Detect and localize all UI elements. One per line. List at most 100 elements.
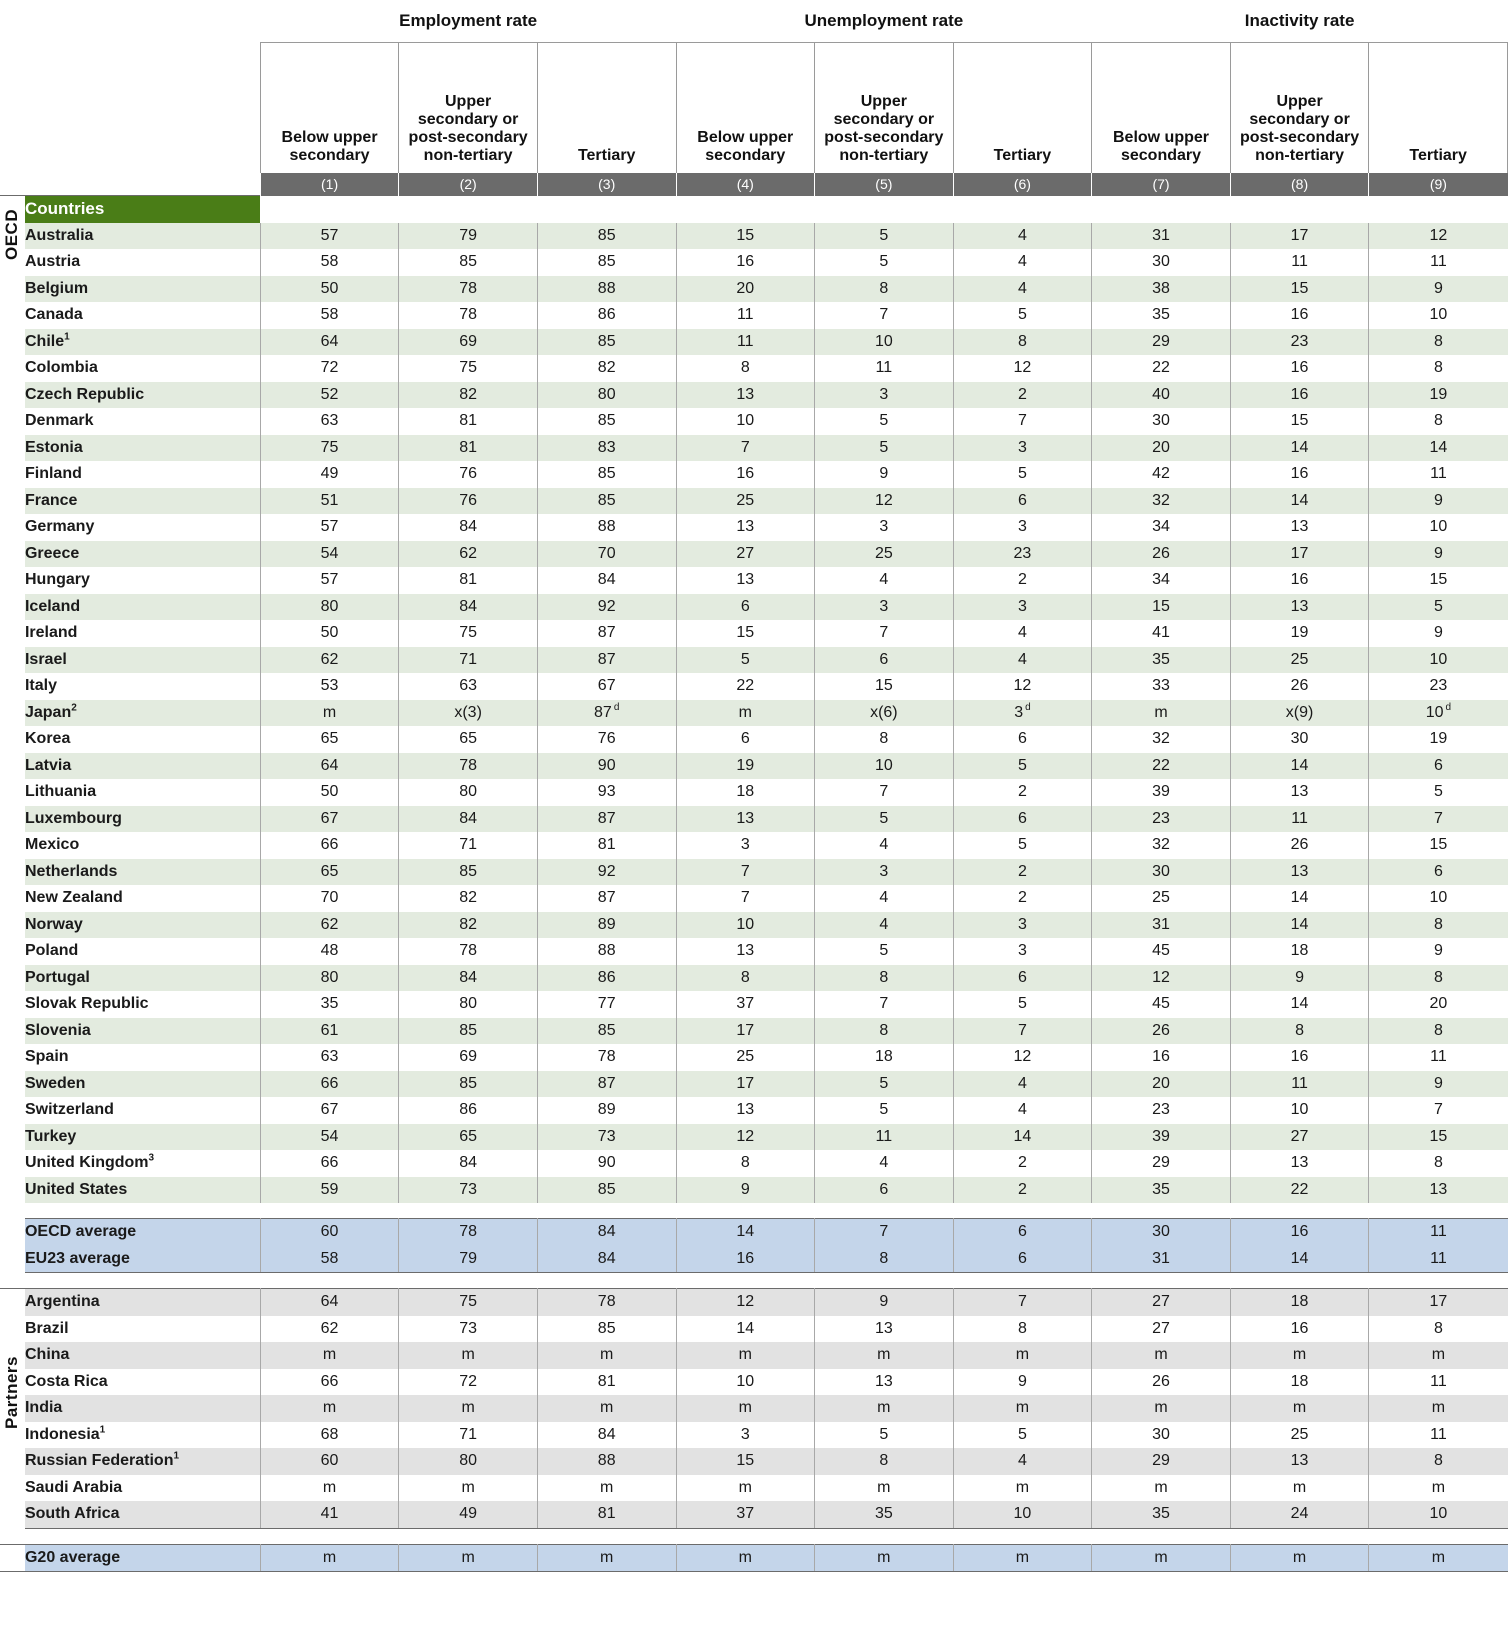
- table-row: United Kingdom3 66 84 90 8 4 2 29 13 8: [0, 1150, 1508, 1177]
- data-cell: m: [953, 1395, 1093, 1422]
- data-cell: 50: [260, 620, 400, 647]
- data-cell: 78: [398, 275, 538, 302]
- numrow-corner-blank: [0, 173, 261, 196]
- country-name-cell: France: [24, 487, 261, 514]
- data-cell: 8: [1368, 1017, 1508, 1044]
- data-cell: 8: [953, 1315, 1093, 1342]
- data-cell: 83: [537, 434, 677, 461]
- data-cell: 16: [1230, 1315, 1370, 1342]
- data-cell: 27: [1091, 1315, 1231, 1342]
- data-cell: 92: [537, 593, 677, 620]
- country-name-cell: Latvia: [24, 752, 261, 779]
- data-cell: 5: [814, 938, 954, 965]
- data-cell: 3: [953, 514, 1093, 541]
- data-cell: 88: [537, 1448, 677, 1475]
- data-cell: 64: [260, 1288, 400, 1316]
- data-cell: 11: [1368, 1368, 1508, 1395]
- data-cell: 78: [398, 752, 538, 779]
- column-number-6: (6): [952, 173, 1092, 196]
- data-cell: 63: [260, 1044, 400, 1071]
- data-cell: 31: [1091, 222, 1231, 249]
- table-row: Lithuania 50 80 93 18 7 2 39 13 5: [0, 779, 1508, 806]
- data-cell: 13: [676, 381, 816, 408]
- data-cell: 6: [953, 964, 1093, 991]
- data-cell: 16: [1230, 355, 1370, 382]
- data-cell: 16: [1230, 1044, 1370, 1071]
- data-cell: 8: [676, 355, 816, 382]
- data-cell: 72: [260, 355, 400, 382]
- g20-average-row: G20 average m m m m m m m m m: [0, 1543, 1508, 1572]
- data-cell: 14: [676, 1218, 816, 1246]
- column-group-row: Employment rate Unemployment rate Inacti…: [0, 0, 1508, 43]
- footnote-marker: 3: [148, 1152, 155, 1164]
- table-row: Ireland 50 75 87 15 7 4 41 19 9: [0, 620, 1508, 647]
- data-cell: 10: [1368, 1501, 1508, 1529]
- data-cell: 20: [1091, 1070, 1231, 1097]
- data-flag-marker: d: [613, 702, 620, 714]
- data-cell: 71: [398, 646, 538, 673]
- data-cell: 25: [1230, 1421, 1370, 1448]
- data-cell: 16: [676, 461, 816, 488]
- data-cell: 62: [260, 911, 400, 938]
- data-cell: 65: [398, 1123, 538, 1150]
- subheader-corner-blank: [0, 42, 261, 173]
- data-cell: 14: [1230, 911, 1370, 938]
- data-cell: 73: [537, 1123, 677, 1150]
- data-cell: 77: [537, 991, 677, 1018]
- data-cell: 6: [676, 726, 816, 753]
- data-cell: m: [260, 1342, 400, 1369]
- data-cell: 12: [1091, 964, 1231, 991]
- data-cell: 13: [676, 805, 816, 832]
- table-row: Mexico 66 71 81 3 4 5 32 26 15: [0, 832, 1508, 859]
- table-row: New Zealand 70 82 87 7 4 2 25 14 10: [0, 885, 1508, 912]
- oecd-education-table: Employment rate Unemployment rate Inacti…: [0, 0, 1508, 1572]
- data-cell: 5: [953, 302, 1093, 329]
- table-row: Canada 58 78 86 11 7 5 35 16 10: [0, 302, 1508, 329]
- countries-band-blank-cell: [953, 195, 1092, 223]
- data-cell: 85: [537, 1315, 677, 1342]
- countries-band-blank-cell: [1091, 195, 1231, 223]
- data-cell: 57: [260, 567, 400, 594]
- country-name-cell: Chile1: [24, 328, 261, 355]
- table-row: Indonesia1 68 71 84 3 5 5 30 25 11: [0, 1421, 1508, 1448]
- table-row: United States 59 73 85 9 6 2 35 22 13: [0, 1176, 1508, 1203]
- data-cell: 40: [1091, 381, 1231, 408]
- table-row: China m m m m m m m m m: [0, 1342, 1508, 1369]
- table-row: Turkey 54 65 73 12 11 14 39 27 15: [0, 1123, 1508, 1150]
- data-cell: 49: [398, 1501, 538, 1529]
- data-cell: 19: [1368, 381, 1508, 408]
- data-cell: 29: [1091, 1448, 1231, 1475]
- data-cell: 26: [1091, 540, 1231, 567]
- data-cell: 82: [398, 885, 538, 912]
- table-row: Russian Federation1 60 80 88 15 8 4 29 13 8: [0, 1448, 1508, 1475]
- data-cell: 29: [1091, 328, 1231, 355]
- data-flag-marker: d: [1445, 702, 1452, 714]
- data-cell: 26: [1230, 832, 1370, 859]
- data-cell: 25: [814, 540, 954, 567]
- data-cell: 13: [676, 1097, 816, 1124]
- data-cell: 84: [398, 805, 538, 832]
- data-cell: 58: [260, 249, 400, 276]
- data-cell: 7: [814, 1218, 954, 1246]
- data-cell: 16: [1230, 567, 1370, 594]
- country-name-cell: Brazil: [24, 1315, 261, 1342]
- data-cell: 5: [814, 222, 954, 249]
- header-corner-blank: [0, 0, 261, 43]
- data-cell: 49: [260, 461, 400, 488]
- table-row: Poland 48 78 88 13 5 3 45 18 9: [0, 938, 1508, 965]
- table-row: Partners Argentina 64 75 78 12 9 7 27 18 17: [0, 1288, 1508, 1528]
- data-cell: 11: [676, 302, 816, 329]
- footnote-marker: 2: [71, 702, 77, 714]
- data-cell: 9: [1368, 938, 1508, 965]
- data-cell: 42: [1091, 461, 1231, 488]
- data-cell: 18: [1230, 1368, 1370, 1395]
- data-cell: 50: [260, 779, 400, 806]
- data-cell: 75: [260, 434, 400, 461]
- data-cell: 76: [398, 461, 538, 488]
- data-cell: 4: [814, 911, 954, 938]
- data-cell: 10: [1368, 302, 1508, 329]
- data-cell: m: [537, 1543, 677, 1572]
- data-cell: 5: [814, 1421, 954, 1448]
- data-cell: 61: [260, 1017, 400, 1044]
- data-cell: 86: [537, 302, 677, 329]
